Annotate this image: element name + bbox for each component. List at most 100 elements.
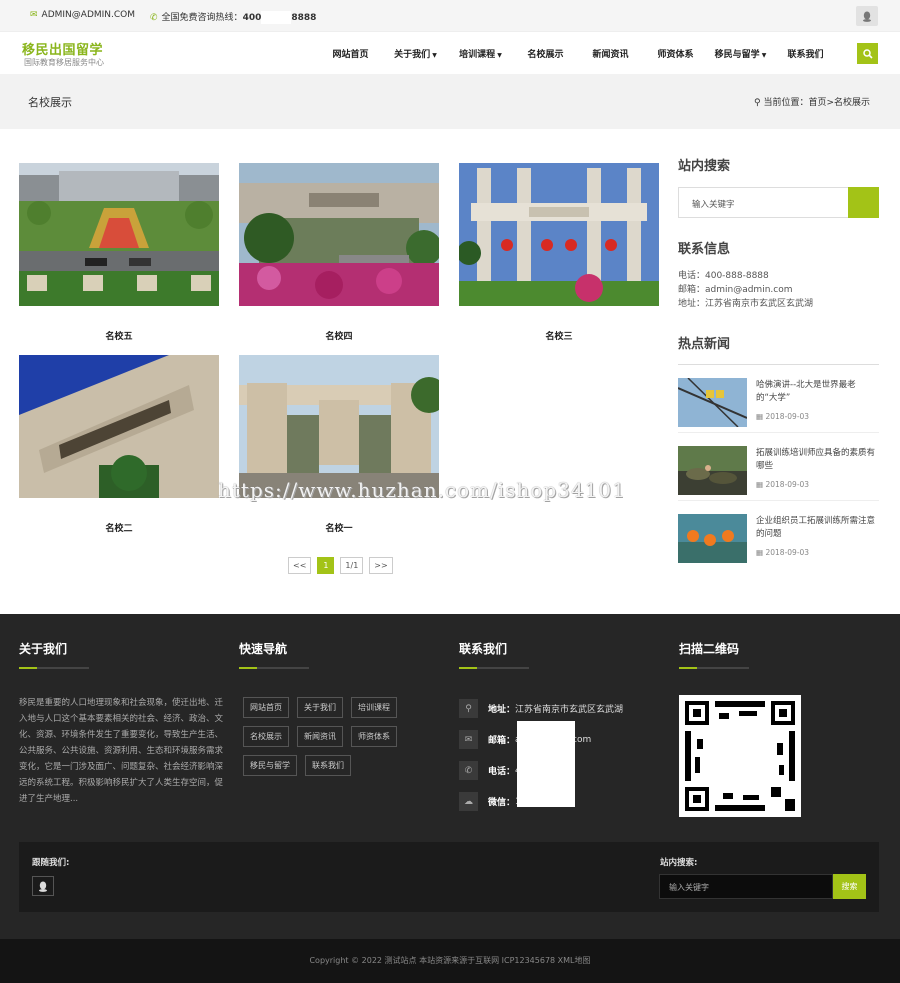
chevron-down-icon: ▼: [430, 52, 437, 59]
nav-item[interactable]: 师资体系: [643, 32, 708, 74]
news-thumbnail[interactable]: [678, 446, 747, 495]
school-image[interactable]: [19, 355, 219, 498]
site-header: 移民出国留学 国际教育移居服务中心 网站首页 关于我们 ▼ 培训课程 ▼ 名校展示 新闻…: [0, 32, 900, 74]
school-name[interactable]: 名校四: [239, 329, 439, 342]
follow-label: 跟随我们:: [32, 858, 70, 868]
page-title: 名校展示: [28, 96, 72, 109]
nav-item[interactable]: 名校展示: [513, 32, 578, 74]
sidebar-contact-title: 联系信息: [678, 242, 731, 257]
mail-icon: ✉: [459, 730, 478, 749]
footer-about: 关于我们 移民是重要的人口地理现象和社会现象，使迁出地、迁入地与人口这个基本要素…: [19, 640, 229, 807]
copyright: Copyright © 2022 测试站点 本站资源来源于互联网 ICP1234…: [0, 939, 900, 983]
school-name[interactable]: 名校三: [459, 329, 659, 342]
breadcrumb: ⚲ 当前位置：首页>名校展示: [753, 98, 870, 108]
school-card[interactable]: 名校三: [459, 163, 659, 342]
footer-follow-bar: 跟随我们: 站内搜索: 输入关键字 搜索: [19, 842, 879, 912]
news-item[interactable]: 拓展训练培训师应具备的素质有哪些 ▦ 2018-09-03: [678, 433, 879, 501]
pager-current-page[interactable]: 1: [317, 557, 335, 574]
footer-qr-title: 扫描二维码: [679, 642, 740, 656]
footer-contact-row: ⚲ 地址： 江苏省南京市玄武区玄武湖: [459, 693, 623, 724]
nav-item[interactable]: 移民与留学 ▼: [708, 32, 773, 74]
school-name[interactable]: 名校一: [239, 521, 439, 534]
qr-code-image: [679, 695, 801, 817]
chevron-down-icon: ▼: [495, 52, 502, 59]
divider: [239, 667, 309, 669]
nav-item[interactable]: 网站首页: [318, 32, 383, 74]
nav-item[interactable]: 关于我们 ▼: [383, 32, 448, 74]
nav-item[interactable]: 新闻资讯: [578, 32, 643, 74]
qq-icon[interactable]: [32, 876, 54, 896]
logo-title[interactable]: 移民出国留学: [22, 39, 103, 58]
school-image[interactable]: [459, 163, 659, 306]
phone-icon: ✆: [459, 761, 478, 780]
footer-nav-tags: 网站首页 关于我们 培训课程名校展示 新闻资讯 师资体系移民与留学 联系我们: [239, 697, 429, 776]
school-card[interactable]: 名校二: [19, 355, 219, 534]
school-card[interactable]: 名校四: [239, 163, 439, 342]
top-bar: ✉ ADMIN@ADMIN.COM ✆ 全国免费咨询热线：400 8888: [0, 0, 900, 32]
main-nav: 网站首页 关于我们 ▼ 培训课程 ▼ 名校展示 新闻资讯 师资体系 移民与留学 ▼ 联系我们: [318, 32, 838, 74]
redaction-mask: [517, 721, 575, 807]
footer-quick-nav: 快速导航 网站首页 关于我们 培训课程名校展示 新闻资讯 师资体系移民与留学 联系我们: [239, 640, 429, 776]
footer-nav-tag[interactable]: 培训课程: [351, 697, 397, 718]
news-title[interactable]: 企业组织员工拓展训练所需注意的问题: [756, 515, 876, 541]
search-button[interactable]: [857, 43, 878, 64]
school-image[interactable]: [239, 355, 439, 498]
site-footer: 关于我们 移民是重要的人口地理现象和社会现象，使迁出地、迁入地与人口这个基本要素…: [0, 614, 900, 983]
news-title[interactable]: 拓展训练培训师应具备的素质有哪些: [756, 447, 876, 473]
sidebar-search-button[interactable]: [848, 187, 879, 218]
news-date: ▦ 2018-09-03: [756, 412, 810, 421]
nav-item[interactable]: 培训课程 ▼: [448, 32, 513, 74]
watermark: https://www.huzhan.com/ishop34101: [218, 478, 626, 502]
sidebar: 站内搜索 输入关键字 联系信息 电话：400-888-8888 邮箱：admin…: [678, 155, 879, 569]
logo-subtitle: 国际教育移居服务中心: [24, 58, 104, 67]
wechat-icon: ☁: [459, 792, 478, 811]
footer-search-label: 站内搜索:: [660, 858, 698, 868]
footer-search-button[interactable]: 搜索: [833, 874, 866, 899]
school-image[interactable]: [239, 163, 439, 306]
footer-about-title: 关于我们: [19, 642, 68, 656]
sidebar-search-title: 站内搜索: [678, 159, 731, 174]
school-card[interactable]: 名校一: [239, 355, 439, 534]
school-name[interactable]: 名校五: [19, 329, 219, 342]
footer-nav-tag[interactable]: 师资体系: [351, 726, 397, 747]
qq-icon[interactable]: [856, 6, 878, 26]
footer-nav-tag[interactable]: 网站首页: [243, 697, 289, 718]
footer-search-input[interactable]: 输入关键字: [659, 874, 833, 899]
news-item[interactable]: 企业组织员工拓展训练所需注意的问题 ▦ 2018-09-03: [678, 501, 879, 569]
pager-prev-button[interactable]: <<: [288, 557, 312, 574]
phone-icon: ✆: [150, 13, 158, 23]
news-thumbnail[interactable]: [678, 514, 747, 563]
divider: [19, 667, 89, 669]
footer-nav-tag[interactable]: 联系我们: [305, 755, 351, 776]
nav-item[interactable]: 联系我们: [773, 32, 838, 74]
sidebar-contact-info: 电话：400-888-8888 邮箱：admin@admin.com 地址：江苏…: [678, 271, 814, 309]
footer-nav-tag[interactable]: 关于我们: [297, 697, 343, 718]
footer-nav-tag[interactable]: 名校展示: [243, 726, 289, 747]
school-image[interactable]: [19, 163, 219, 306]
search-icon: [862, 48, 873, 59]
footer-qr: 扫描二维码: [679, 640, 801, 817]
footer-nav-tag[interactable]: 新闻资讯: [297, 726, 343, 747]
chevron-down-icon: ▼: [759, 52, 767, 59]
hot-news-list: 哈佛演讲--北大是世界最老的“大学” ▦ 2018-09-03 拓展训练培训师应…: [678, 364, 879, 569]
sidebar-search-input[interactable]: 输入关键字: [678, 187, 879, 218]
news-date: ▦ 2018-09-03: [756, 480, 810, 489]
news-thumbnail[interactable]: [678, 378, 747, 427]
footer-about-text: 移民是重要的人口地理现象和社会现象，使迁出地、迁入地与人口这个基本要素相关的社会…: [19, 698, 224, 804]
footer-nav-tag[interactable]: 移民与留学: [243, 755, 297, 776]
footer-nav-title: 快速导航: [239, 642, 288, 656]
pager-page-count: 1/1: [340, 557, 364, 574]
footer-contact-title: 联系我们: [459, 642, 508, 656]
pagination: << 1 1/1 >>: [288, 557, 393, 574]
news-item[interactable]: 哈佛演讲--北大是世界最老的“大学” ▦ 2018-09-03: [678, 365, 879, 433]
top-hotline: ✆ 全国免费咨询热线：400 8888: [150, 11, 317, 24]
page-banner: 名校展示 ⚲ 当前位置：首页>名校展示: [0, 74, 900, 129]
mail-icon: ✉: [30, 10, 38, 20]
school-name[interactable]: 名校二: [19, 521, 219, 534]
divider: [679, 667, 749, 669]
divider: [459, 667, 529, 669]
pager-next-button[interactable]: >>: [369, 557, 393, 574]
school-card[interactable]: 名校五: [19, 163, 219, 342]
news-title[interactable]: 哈佛演讲--北大是世界最老的“大学”: [756, 379, 876, 405]
top-email[interactable]: ✉ ADMIN@ADMIN.COM: [30, 10, 135, 20]
